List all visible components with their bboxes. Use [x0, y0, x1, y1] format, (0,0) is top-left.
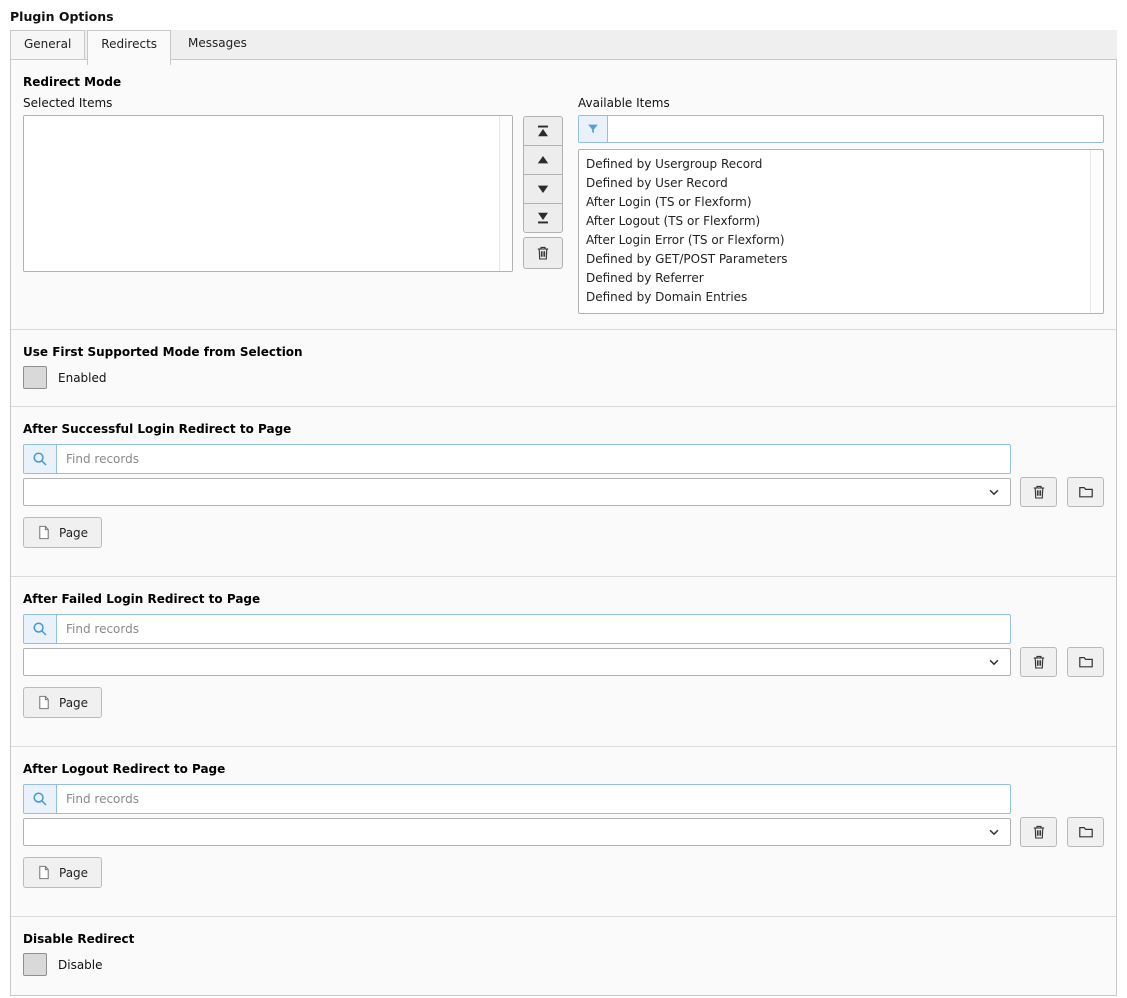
- trash-icon: [1031, 484, 1047, 500]
- trash-icon: [535, 245, 551, 261]
- after-login-clear-button[interactable]: [1020, 477, 1057, 507]
- after-logout-page-select[interactable]: [23, 818, 1011, 846]
- page-icon: [37, 865, 51, 880]
- search-icon: [24, 615, 57, 643]
- redirects-tab-panel: Redirect Mode Selected Items: [10, 60, 1117, 996]
- tab-general[interactable]: General: [10, 30, 85, 59]
- after-login-page-select[interactable]: [23, 478, 1011, 506]
- move-up-icon: [535, 152, 551, 168]
- tabbar: General Redirects Messages: [10, 30, 1117, 60]
- after-logout-create-page-button[interactable]: Page: [23, 857, 102, 888]
- page-button-label: Page: [59, 696, 88, 710]
- after-login-search: [23, 444, 1011, 474]
- list-item[interactable]: Defined by Referrer: [579, 269, 1103, 288]
- after-logout-heading: After Logout Redirect to Page: [23, 762, 1104, 776]
- after-login-heading: After Successful Login Redirect to Page: [23, 422, 1104, 436]
- page-icon: [37, 695, 51, 710]
- move-down-button[interactable]: [523, 174, 563, 204]
- section-redirect-mode: Redirect Mode Selected Items: [11, 60, 1116, 329]
- available-items-listbox[interactable]: Defined by Usergroup Record Defined by U…: [578, 149, 1104, 314]
- after-failed-login-page-select[interactable]: [23, 648, 1011, 676]
- after-logout-browse-button[interactable]: [1067, 817, 1104, 847]
- after-failed-login-heading: After Failed Login Redirect to Page: [23, 592, 1104, 606]
- list-item[interactable]: After Login Error (TS or Flexform): [579, 231, 1103, 250]
- chevron-down-icon: [987, 825, 1001, 839]
- page-title: Plugin Options: [0, 0, 1127, 30]
- after-logout-search: [23, 784, 1011, 814]
- folder-icon: [1078, 824, 1094, 840]
- available-items-filter: [578, 115, 1104, 143]
- section-after-failed-login-page: After Failed Login Redirect to Page: [11, 576, 1116, 746]
- search-icon: [24, 785, 57, 813]
- after-failed-login-search-input[interactable]: [57, 615, 1010, 643]
- tab-messages[interactable]: Messages: [175, 30, 260, 59]
- disable-redirect-heading: Disable Redirect: [23, 932, 1104, 946]
- section-use-first-supported: Use First Supported Mode from Selection …: [11, 329, 1116, 406]
- after-logout-search-input[interactable]: [57, 785, 1010, 813]
- selected-items-scrollbar[interactable]: [499, 116, 512, 271]
- move-up-button[interactable]: [523, 145, 563, 175]
- page-icon: [37, 525, 51, 540]
- list-item[interactable]: Defined by Domain Entries: [579, 288, 1103, 307]
- trash-icon: [1031, 654, 1047, 670]
- redirect-mode-heading: Redirect Mode: [23, 75, 1104, 89]
- move-to-top-icon: [535, 123, 551, 139]
- selected-items-label: Selected Items: [23, 96, 513, 110]
- trash-icon: [1031, 824, 1047, 840]
- list-item[interactable]: After Login (TS or Flexform): [579, 193, 1103, 212]
- disable-redirect-checkbox-label: Disable: [58, 958, 103, 972]
- move-to-bottom-icon: [535, 210, 551, 226]
- page-button-label: Page: [59, 866, 88, 880]
- folder-icon: [1078, 484, 1094, 500]
- after-failed-login-search: [23, 614, 1011, 644]
- section-after-login-page: After Successful Login Redirect to Page: [11, 406, 1116, 576]
- section-after-logout-page: After Logout Redirect to Page: [11, 746, 1116, 916]
- disable-redirect-checkbox[interactable]: [23, 953, 47, 976]
- list-item[interactable]: After Logout (TS or Flexform): [579, 212, 1103, 231]
- page-button-label: Page: [59, 526, 88, 540]
- chevron-down-icon: [987, 485, 1001, 499]
- use-first-supported-checkbox-label: Enabled: [58, 371, 107, 385]
- list-item[interactable]: Defined by GET/POST Parameters: [579, 250, 1103, 269]
- chevron-down-icon: [987, 655, 1001, 669]
- search-icon: [24, 445, 57, 473]
- available-items-scrollbar[interactable]: [1090, 150, 1103, 313]
- move-to-bottom-button[interactable]: [523, 203, 563, 233]
- list-item[interactable]: Defined by User Record: [579, 174, 1103, 193]
- folder-icon: [1078, 654, 1094, 670]
- remove-selected-button[interactable]: [523, 237, 563, 269]
- after-login-browse-button[interactable]: [1067, 477, 1104, 507]
- after-login-create-page-button[interactable]: Page: [23, 517, 102, 548]
- move-to-top-button[interactable]: [523, 116, 563, 146]
- list-item[interactable]: Defined by Usergroup Record: [579, 155, 1103, 174]
- after-logout-clear-button[interactable]: [1020, 817, 1057, 847]
- move-down-icon: [535, 181, 551, 197]
- reorder-button-column: [523, 89, 563, 314]
- available-items-label: Available Items: [578, 96, 1104, 110]
- after-failed-login-create-page-button[interactable]: Page: [23, 687, 102, 718]
- after-failed-login-browse-button[interactable]: [1067, 647, 1104, 677]
- selected-items-listbox[interactable]: [23, 115, 513, 272]
- after-login-search-input[interactable]: [57, 445, 1010, 473]
- section-disable-redirect: Disable Redirect Disable: [11, 916, 1116, 991]
- after-failed-login-clear-button[interactable]: [1020, 647, 1057, 677]
- filter-icon: [579, 116, 608, 142]
- available-items-filter-input[interactable]: [608, 116, 1103, 142]
- use-first-supported-checkbox[interactable]: [23, 366, 47, 389]
- tab-redirects[interactable]: Redirects: [87, 30, 171, 65]
- use-first-supported-heading: Use First Supported Mode from Selection: [23, 345, 1104, 359]
